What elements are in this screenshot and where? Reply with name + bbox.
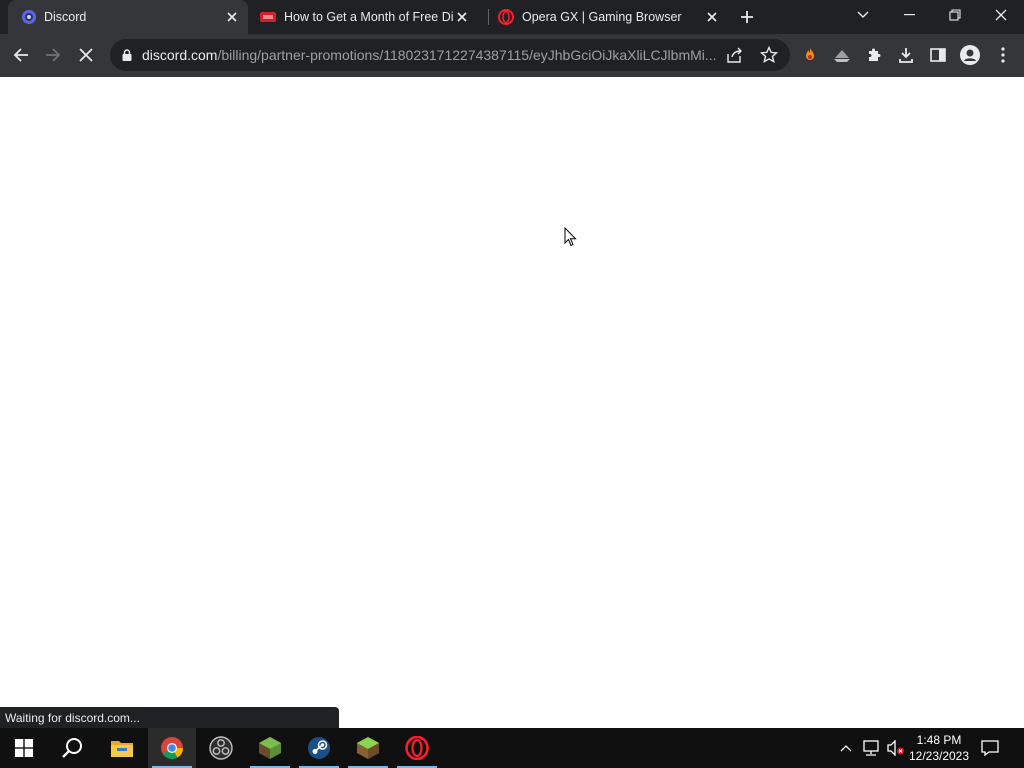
volume-muted-icon	[887, 740, 904, 756]
lock-icon	[122, 49, 136, 61]
video-site-icon	[260, 10, 276, 24]
close-icon	[995, 9, 1007, 21]
minecraft-launcher-taskbar-button[interactable]	[246, 728, 294, 768]
discord-icon	[22, 10, 36, 24]
forward-button[interactable]	[38, 40, 68, 70]
file-explorer-icon	[111, 741, 133, 757]
minecraft-icon	[357, 737, 379, 759]
windows-start-icon	[15, 739, 33, 757]
bookmark-star-icon[interactable]	[759, 45, 779, 69]
downloads-button[interactable]	[891, 40, 921, 70]
mouse-cursor-icon	[564, 226, 577, 252]
chrome-taskbar-button[interactable]	[148, 728, 196, 768]
volume-tray-button[interactable]	[886, 738, 906, 758]
search-icon	[62, 738, 82, 758]
status-bubble: Waiting for discord.com...	[0, 707, 339, 728]
stop-loading-button[interactable]	[71, 40, 101, 70]
steam-taskbar-button[interactable]	[295, 728, 343, 768]
url-text: discord.com/billing/partner-promotions/1…	[142, 47, 722, 63]
opera-gx-taskbar-button[interactable]	[393, 728, 441, 768]
tab-opera-gx[interactable]: Opera GX | Gaming Browser	[488, 0, 728, 34]
chevron-down-icon	[857, 11, 869, 18]
close-icon	[79, 48, 93, 62]
browser-window-frame: Discord How to Get a Month of Free Disco…	[0, 0, 1024, 77]
arrow-left-icon	[13, 48, 28, 62]
taskbar-search-button[interactable]	[48, 728, 96, 768]
side-panel-icon	[930, 48, 946, 62]
tab-title: Opera GX | Gaming Browser	[522, 10, 682, 24]
close-window-button[interactable]	[978, 0, 1024, 30]
url-host: discord.com	[142, 47, 218, 63]
share-icon[interactable]	[726, 46, 744, 69]
arrow-right-icon	[46, 48, 61, 62]
close-tab-icon[interactable]	[224, 9, 240, 25]
extension-button[interactable]	[827, 40, 857, 70]
new-tab-button[interactable]	[732, 2, 762, 32]
minecraft-taskbar-button[interactable]	[344, 728, 392, 768]
minimize-button[interactable]	[886, 0, 932, 30]
close-tab-icon[interactable]	[704, 9, 720, 25]
notification-icon	[981, 740, 999, 756]
extension-ship-icon	[834, 50, 850, 62]
kebab-menu-icon	[1001, 47, 1005, 63]
fire-extension-icon	[806, 48, 814, 60]
windows-taskbar: 1:48 PM 12/23/2023	[0, 728, 1024, 768]
restore-button[interactable]	[932, 0, 978, 30]
tab-title: How to Get a Month of Free Discord	[284, 10, 454, 24]
restore-icon	[949, 9, 961, 21]
tab-title: Discord	[44, 10, 87, 24]
page-content	[0, 77, 1024, 728]
puzzle-icon	[869, 48, 881, 61]
address-bar[interactable]: discord.com/billing/partner-promotions/1…	[110, 39, 790, 71]
download-icon	[899, 48, 913, 63]
tab-free-discord-video[interactable]: How to Get a Month of Free Discord	[248, 0, 488, 34]
back-button[interactable]	[6, 40, 36, 70]
tab-discord[interactable]: Discord	[8, 0, 248, 34]
obs-icon	[209, 736, 233, 760]
chevron-up-icon	[840, 745, 852, 752]
browser-toolbar: discord.com/billing/partner-promotions/1…	[0, 34, 1024, 77]
obs-taskbar-button[interactable]	[197, 728, 245, 768]
file-explorer-button[interactable]	[98, 728, 146, 768]
close-tab-icon[interactable]	[454, 9, 470, 25]
plus-icon	[741, 11, 753, 23]
opera-gx-icon	[405, 736, 429, 760]
network-tray-button[interactable]	[861, 738, 881, 758]
tab-search-button[interactable]	[840, 0, 886, 30]
minecraft-launcher-icon	[259, 737, 281, 759]
profile-button[interactable]	[955, 40, 985, 70]
opera-icon	[498, 9, 514, 25]
windows-start-button[interactable]	[0, 728, 48, 768]
avatar-icon	[960, 45, 980, 65]
menu-button[interactable]	[988, 40, 1018, 70]
show-hidden-icons-button[interactable]	[836, 738, 856, 758]
chrome-icon	[161, 737, 183, 759]
steam-icon	[308, 737, 330, 759]
clock-time: 1:48 PM	[916, 733, 962, 747]
action-center-button[interactable]	[980, 738, 1000, 758]
extension-fire-button[interactable]	[795, 40, 825, 70]
url-path: /billing/partner-promotions/118023171227…	[217, 47, 717, 63]
clock-date: 12/23/2023	[908, 749, 970, 763]
minimize-icon	[903, 14, 915, 16]
side-panel-button[interactable]	[923, 40, 953, 70]
system-clock[interactable]: 1:48 PM 12/23/2023	[904, 732, 974, 764]
network-icon	[863, 740, 879, 756]
tab-strip: Discord How to Get a Month of Free Disco…	[0, 0, 1024, 34]
extensions-button[interactable]	[859, 40, 889, 70]
